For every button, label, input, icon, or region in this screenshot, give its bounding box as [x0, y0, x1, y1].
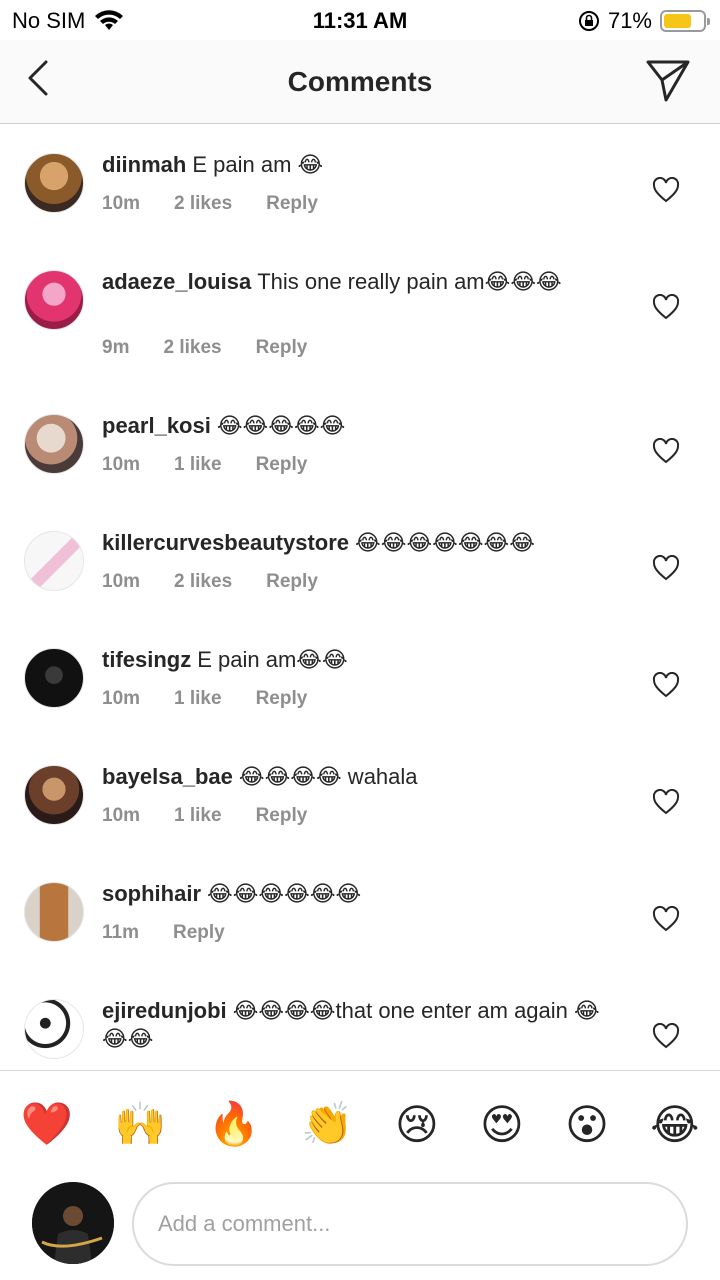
comment-username[interactable]: tifesingz [102, 647, 191, 672]
comment-body: adaeze_louisa This one really pain am😂😂😂 [102, 268, 602, 296]
reaction-cry[interactable]: 😢 [395, 1100, 439, 1149]
comment-time: 11m [102, 922, 139, 943]
heart-icon[interactable] [652, 1023, 680, 1049]
comment-text: 😂😂😂😂 wahala [238, 764, 418, 789]
comment-username[interactable]: diinmah [102, 152, 186, 177]
comment-time: 9m [102, 337, 130, 358]
comment-body: tifesingz E pain am😂😂 [102, 646, 602, 674]
divider [0, 1070, 720, 1071]
avatar[interactable] [24, 270, 84, 330]
comment-likes[interactable]: 1 like [174, 688, 222, 710]
comment-time: 10m [102, 571, 141, 592]
comment-username[interactable]: adaeze_louisa [102, 269, 251, 294]
comment-body: bayelsa_bae 😂😂😂😂 wahala [102, 763, 602, 791]
comment-meta: 9m 2 likes Reply [102, 337, 341, 359]
comment-meta: 11m Reply [102, 922, 259, 944]
comment-username[interactable]: killercurvesbeautystore [102, 530, 349, 555]
comment-username[interactable]: pearl_kosi [102, 413, 211, 438]
reaction-clap[interactable]: 👏 [301, 1100, 353, 1149]
comment-username[interactable]: sophihair [102, 881, 201, 906]
heart-icon[interactable] [652, 177, 680, 203]
heart-icon[interactable] [652, 438, 680, 464]
comment-likes[interactable]: 2 likes [174, 571, 232, 593]
page-title: Comments [287, 66, 433, 97]
battery-percent: 71% [607, 8, 652, 33]
comment-body: ejiredunjobi 😂😂😂😂that one enter am again … [102, 997, 602, 1053]
reaction-heart-eyes[interactable]: 😍 [480, 1100, 524, 1149]
comment-meta: 10m 1 like Reply [102, 688, 341, 710]
comment-time: 10m [102, 454, 141, 475]
comment-text: E pain am 😂 [192, 152, 324, 177]
header: Comments [0, 40, 720, 124]
comment-meta: 10m 2 likes Reply [102, 193, 352, 215]
comment-meta: 10m 1 like Reply [102, 805, 341, 827]
comment-likes[interactable]: 1 like [174, 454, 222, 476]
comment-username[interactable]: ejiredunjobi [102, 998, 227, 1023]
reply-button[interactable]: Reply [266, 193, 318, 215]
comment-username[interactable]: bayelsa_bae [102, 764, 233, 789]
comment-likes[interactable]: 2 likes [163, 337, 221, 359]
heart-icon[interactable] [652, 294, 680, 320]
comment-body: diinmah E pain am 😂 [102, 151, 602, 179]
current-user-avatar [32, 1182, 114, 1264]
quick-reactions: ❤️ 🙌 🔥 👏 😢 😍 😮 😂 [0, 1092, 720, 1156]
heart-icon[interactable] [652, 555, 680, 581]
comment-text: This one really pain am😂😂😂 [257, 269, 562, 294]
battery-icon [660, 10, 710, 32]
heart-icon[interactable] [652, 789, 680, 815]
comment-text: E pain am😂😂 [197, 647, 348, 672]
comment-time: 10m [102, 805, 141, 826]
comment-likes[interactable]: 2 likes [174, 193, 232, 215]
reply-button[interactable]: Reply [256, 337, 308, 359]
comments-list: diinmah E pain am 😂 10m 2 likes Reply ada… [0, 125, 720, 1070]
avatar[interactable] [24, 414, 84, 474]
reply-button[interactable]: Reply [256, 454, 308, 476]
battery-fill [664, 14, 691, 28]
reaction-laugh[interactable]: 😂 [650, 1100, 699, 1149]
comment-meta: 10m 1 like Reply [102, 454, 341, 476]
comment-body: killercurvesbeautystore 😂😂😂😂😂😂😂 [102, 529, 622, 557]
reply-button[interactable]: Reply [173, 922, 225, 944]
reaction-surprised[interactable]: 😮 [565, 1100, 609, 1149]
status-right: 71% [578, 8, 710, 34]
heart-icon[interactable] [652, 672, 680, 698]
reaction-heart[interactable]: ❤️ [21, 1100, 73, 1149]
reaction-fire[interactable]: 🔥 [208, 1100, 260, 1149]
comment-body: pearl_kosi 😂😂😂😂😂 [102, 412, 602, 440]
reply-button[interactable]: Reply [256, 805, 308, 827]
reply-button[interactable]: Reply [256, 688, 308, 710]
avatar[interactable] [24, 765, 84, 825]
comment-text: 😂😂😂😂😂😂😂 [355, 530, 535, 555]
comment-likes[interactable]: 1 like [174, 805, 222, 827]
comment-meta: 10m 2 likes Reply [102, 571, 352, 593]
avatar[interactable] [24, 153, 84, 213]
profile-picture [32, 1182, 114, 1264]
comment-time: 10m [102, 193, 141, 214]
comment-input[interactable] [132, 1182, 688, 1266]
comment-text: 😂😂😂😂😂😂 [207, 881, 362, 906]
comment-body: sophihair 😂😂😂😂😂😂 [102, 880, 602, 908]
avatar[interactable] [24, 531, 84, 591]
comment-time: 10m [102, 688, 141, 709]
direct-send-icon[interactable] [644, 56, 692, 104]
reaction-raised-hands[interactable]: 🙌 [114, 1100, 166, 1149]
reply-button[interactable]: Reply [266, 571, 318, 593]
comment-text: 😂😂😂😂😂 [216, 413, 346, 438]
status-bar: No SIM 11:31 AM 71% [0, 0, 720, 40]
avatar[interactable] [24, 999, 84, 1059]
rotation-lock-icon [578, 11, 599, 31]
heart-icon[interactable] [652, 906, 680, 932]
avatar[interactable] [24, 882, 84, 942]
avatar[interactable] [24, 648, 84, 708]
